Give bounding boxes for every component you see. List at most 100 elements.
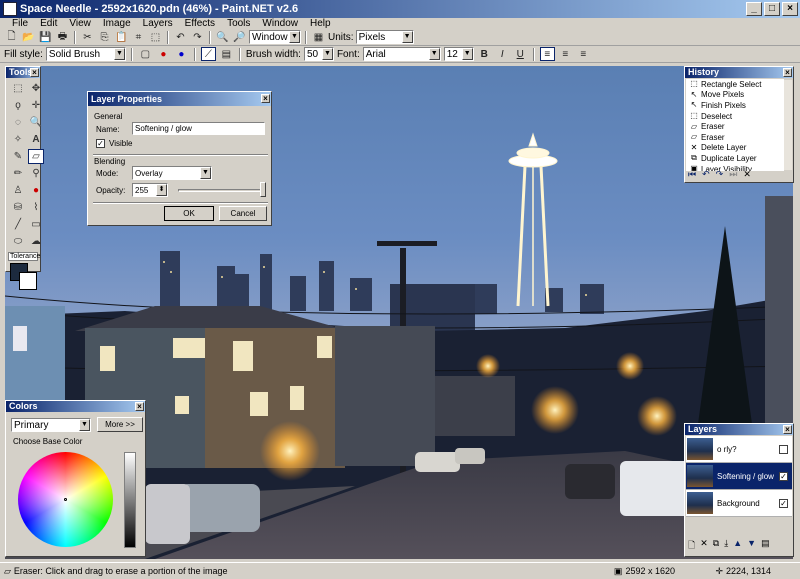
menu-view[interactable]: View: [63, 18, 97, 29]
deselect-icon[interactable]: ⬚: [148, 30, 163, 44]
ok-button[interactable]: OK: [164, 206, 214, 221]
line-icon[interactable]: ╱: [10, 217, 26, 232]
maximize-button[interactable]: □: [764, 2, 780, 16]
lasso-icon[interactable]: ϙ: [10, 98, 26, 113]
opacity-slider-track[interactable]: [178, 189, 264, 192]
opacity-spinner[interactable]: 255 ⬍: [132, 183, 168, 197]
clone-stamp-icon[interactable]: ♙: [10, 183, 26, 198]
new-file-icon[interactable]: 🗋: [4, 30, 19, 44]
shape-draw-icon[interactable]: ▢: [138, 47, 153, 61]
primary-secondary-colors[interactable]: [6, 261, 40, 295]
cut-icon[interactable]: ✂: [80, 30, 95, 44]
minimize-button[interactable]: _: [746, 2, 762, 16]
layer-visibility-checkbox[interactable]: [779, 444, 788, 454]
history-item[interactable]: ↖ Finish Pixels: [686, 100, 784, 111]
layer-visibility-checkbox[interactable]: ✓: [779, 498, 788, 508]
open-file-icon[interactable]: 📂: [21, 30, 36, 44]
undo-icon[interactable]: ↶: [702, 169, 710, 180]
menu-file[interactable]: File: [6, 18, 34, 29]
more-colors-button[interactable]: More >>: [97, 417, 143, 432]
grid-icon[interactable]: ▦: [311, 30, 326, 44]
history-item[interactable]: ▱ Eraser: [686, 121, 784, 132]
print-icon[interactable]: 🖶: [55, 30, 70, 44]
shape-both-icon[interactable]: ●: [174, 47, 189, 61]
antialias-off-icon[interactable]: ▤: [219, 47, 234, 61]
close-button[interactable]: ×: [782, 2, 798, 16]
font-select[interactable]: Arial ▼: [362, 47, 441, 61]
opacity-slider-thumb[interactable]: [260, 182, 266, 197]
history-item[interactable]: ⬚ Deselect: [686, 111, 784, 122]
history-item[interactable]: ⧉ Duplicate Layer: [686, 153, 784, 164]
text-icon[interactable]: A: [28, 132, 44, 147]
move-layer-down-icon[interactable]: ▼: [747, 538, 756, 554]
layer-visibility-checkbox[interactable]: ✓: [779, 471, 788, 481]
fast-forward-icon[interactable]: ⏭: [729, 169, 737, 180]
history-item[interactable]: ▱ Eraser: [686, 132, 784, 143]
cancel-button[interactable]: Cancel: [219, 206, 267, 221]
layer-properties-icon[interactable]: ▤: [761, 538, 770, 554]
history-item[interactable]: ✕ Delete Layer: [686, 143, 784, 154]
freeform-shape-icon[interactable]: ☁: [28, 234, 44, 249]
units-select[interactable]: Pixels ▼: [355, 30, 414, 44]
zoom-in-icon[interactable]: 🔍: [215, 30, 230, 44]
redo-icon[interactable]: ↷: [190, 30, 205, 44]
recolor-icon[interactable]: ●: [28, 183, 44, 198]
ellipse-select-icon[interactable]: ◌: [10, 115, 26, 130]
crop-icon[interactable]: ⌗: [131, 30, 146, 44]
add-layer-icon[interactable]: 🗋: [688, 538, 695, 554]
menu-image[interactable]: Image: [97, 18, 137, 29]
history-item[interactable]: ↖ Move Pixels: [686, 90, 784, 101]
layer-row[interactable]: o rly?: [686, 436, 792, 463]
gradient-icon[interactable]: ⌇: [28, 200, 44, 215]
layer-row[interactable]: Background ✓: [686, 490, 792, 517]
zoom-icon[interactable]: 🔍: [28, 115, 44, 130]
blend-mode-select[interactable]: Overlay ▼: [132, 166, 212, 180]
italic-button[interactable]: I: [495, 47, 510, 61]
move-icon[interactable]: ✛: [28, 98, 44, 113]
antialias-on-icon[interactable]: ⟋: [200, 47, 216, 61]
align-right-icon[interactable]: ≡: [576, 47, 591, 61]
menu-tools[interactable]: Tools: [221, 18, 256, 29]
layer-row[interactable]: Softening / glow ✓: [686, 463, 792, 490]
rectangle-icon[interactable]: ▭: [28, 217, 44, 232]
close-icon[interactable]: ×: [261, 94, 270, 103]
save-icon[interactable]: 💾: [38, 30, 53, 44]
history-item[interactable]: ⬚ Rectangle Select: [686, 79, 784, 90]
underline-button[interactable]: U: [513, 47, 528, 61]
zoom-out-icon[interactable]: 🔎: [232, 30, 247, 44]
close-icon[interactable]: ×: [783, 425, 792, 434]
visible-checkbox[interactable]: ✓: [96, 139, 105, 148]
paint-bucket-icon[interactable]: ⛁: [10, 200, 26, 215]
color-wheel[interactable]: [18, 452, 113, 547]
redo-icon[interactable]: ↷: [716, 169, 724, 180]
menu-help[interactable]: Help: [304, 18, 337, 29]
close-icon[interactable]: ×: [783, 68, 792, 77]
copy-icon[interactable]: ⎘: [97, 30, 112, 44]
layer-name-input[interactable]: Softening / glow: [132, 122, 265, 135]
pencil-icon[interactable]: ✏: [10, 166, 26, 181]
layers-list[interactable]: o rly? Softening / glow ✓ Background ✓: [686, 436, 792, 517]
fill-style-select[interactable]: Solid Brush ▼: [45, 47, 126, 61]
move-layer-up-icon[interactable]: ▲: [733, 538, 742, 554]
font-size-select[interactable]: 12 ▼: [443, 47, 474, 61]
rewind-icon[interactable]: ⏮: [688, 169, 696, 180]
menu-edit[interactable]: Edit: [34, 18, 63, 29]
history-scrollbar[interactable]: [784, 80, 792, 170]
close-icon[interactable]: ×: [30, 68, 39, 77]
bold-button[interactable]: B: [477, 47, 492, 61]
delete-history-icon[interactable]: ✕: [743, 169, 751, 180]
delete-layer-icon[interactable]: ✕: [700, 538, 708, 554]
rect-select-icon[interactable]: ⬚: [10, 81, 26, 96]
brush-width-select[interactable]: 50 ▼: [303, 47, 334, 61]
color-target-select[interactable]: Primary ▼: [11, 418, 91, 432]
history-list[interactable]: ⬚ Rectangle Select ↖ Move Pixels ↖ Finish Pix…: [686, 79, 784, 171]
zoom-select[interactable]: Window ▼: [249, 30, 301, 44]
menu-effects[interactable]: Effects: [179, 18, 221, 29]
align-left-icon[interactable]: ≡: [539, 47, 555, 61]
move-selection-icon[interactable]: ✥: [28, 81, 44, 96]
paste-icon[interactable]: 📋: [114, 30, 129, 44]
magic-wand-icon[interactable]: ✧: [10, 132, 26, 147]
merge-down-icon[interactable]: ⤓: [724, 538, 728, 554]
eraser-icon[interactable]: ▱: [28, 149, 44, 164]
shape-fill-icon[interactable]: ●: [156, 47, 171, 61]
